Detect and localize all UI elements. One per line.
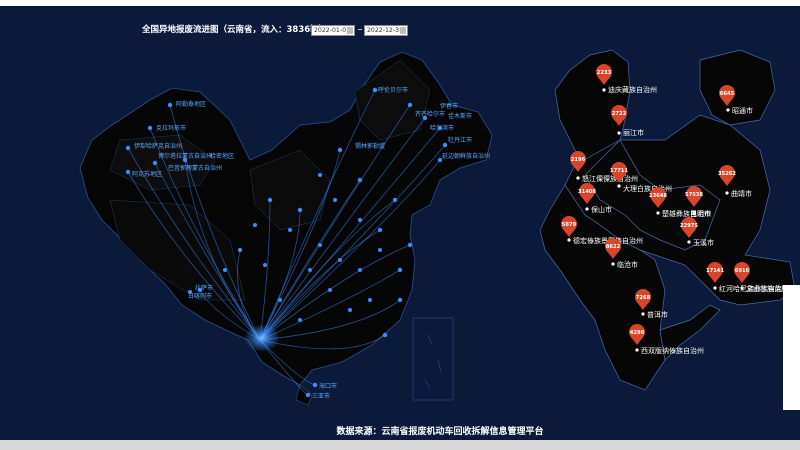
- right-edge-panel: [783, 285, 800, 410]
- city-label: 拉萨市: [195, 284, 213, 292]
- prefecture-label: 玉溪市: [693, 238, 714, 247]
- city-label: 锡林郭勒盟: [355, 142, 385, 150]
- city-label: 三亚市: [312, 392, 330, 400]
- city-label: 伊犁哈萨克自治州: [134, 142, 182, 150]
- svg-text:35262: 35262: [718, 171, 736, 177]
- bottom-bar: [0, 440, 800, 450]
- city-label: 日喀则市: [188, 292, 212, 300]
- svg-text:17711: 17711: [610, 168, 628, 174]
- prefecture-label: 保山市: [591, 205, 612, 214]
- svg-text:6916: 6916: [735, 268, 750, 274]
- city-label: 哈密地区: [210, 152, 234, 160]
- svg-text:2196: 2196: [571, 157, 586, 163]
- svg-text:8622: 8622: [606, 244, 621, 250]
- prefecture-label: 曲靖市: [731, 189, 752, 198]
- svg-text:6645: 6645: [720, 91, 735, 97]
- city-label: 佳木斯市: [448, 112, 472, 120]
- city-label: 延边朝鲜族自治州: [442, 152, 490, 160]
- city-label: 阿克苏地区: [132, 170, 162, 178]
- city-label: 巴音郭楞蒙古自治州: [168, 164, 222, 172]
- prefecture-label: 昆明市: [690, 209, 711, 218]
- yunnan-flow-target: [244, 324, 280, 352]
- prefecture-label: 迪庆藏族自治州: [608, 85, 657, 94]
- svg-text:5879: 5879: [562, 222, 577, 228]
- maps-canvas: 阿勒泰地区 克拉玛依市 伊犁哈萨克自治州 博尔塔拉蒙古自治州 阿克苏地区 巴音郭…: [79, 49, 800, 406]
- prefecture-label: 怒江傈僳族自治州: [582, 174, 638, 183]
- svg-text:17141: 17141: [706, 268, 724, 274]
- city-label: 齐齐哈尔市: [415, 110, 445, 118]
- city-label: 哈尔滨市: [430, 124, 454, 132]
- city-label: 呼伦贝尔市: [378, 86, 408, 94]
- data-source-footer: 数据来源：云南省报废机动车回收拆解信息管理平台: [336, 427, 544, 437]
- prefecture-label: 丽江市: [623, 128, 644, 137]
- city-label: 海口市: [319, 382, 337, 390]
- china-map: [79, 51, 493, 406]
- svg-text:23648: 23648: [649, 193, 667, 199]
- svg-text:22975: 22975: [680, 223, 698, 229]
- svg-text:4298: 4298: [630, 330, 645, 336]
- prefecture-label: 临沧市: [617, 260, 638, 269]
- city-label: 阿勒泰地区: [176, 100, 206, 108]
- svg-text:2722: 2722: [612, 111, 627, 117]
- yunnan-map: [539, 49, 796, 391]
- prefecture-label: 西双版纳傣族自治州: [641, 346, 704, 355]
- prefecture-label: 普洱市: [647, 310, 668, 319]
- city-label: 博尔塔拉蒙古自治州: [158, 152, 212, 160]
- svg-text:57538: 57538: [685, 192, 703, 198]
- city-label: 克拉玛依市: [156, 124, 186, 132]
- svg-text:7268: 7268: [636, 295, 651, 301]
- city-label: 牡丹江市: [448, 136, 472, 144]
- svg-text:2233: 2233: [597, 70, 612, 76]
- prefecture-label: 昭通市: [732, 106, 753, 115]
- svg-text:31408: 31408: [578, 189, 596, 195]
- city-label: 伊春市: [440, 102, 458, 110]
